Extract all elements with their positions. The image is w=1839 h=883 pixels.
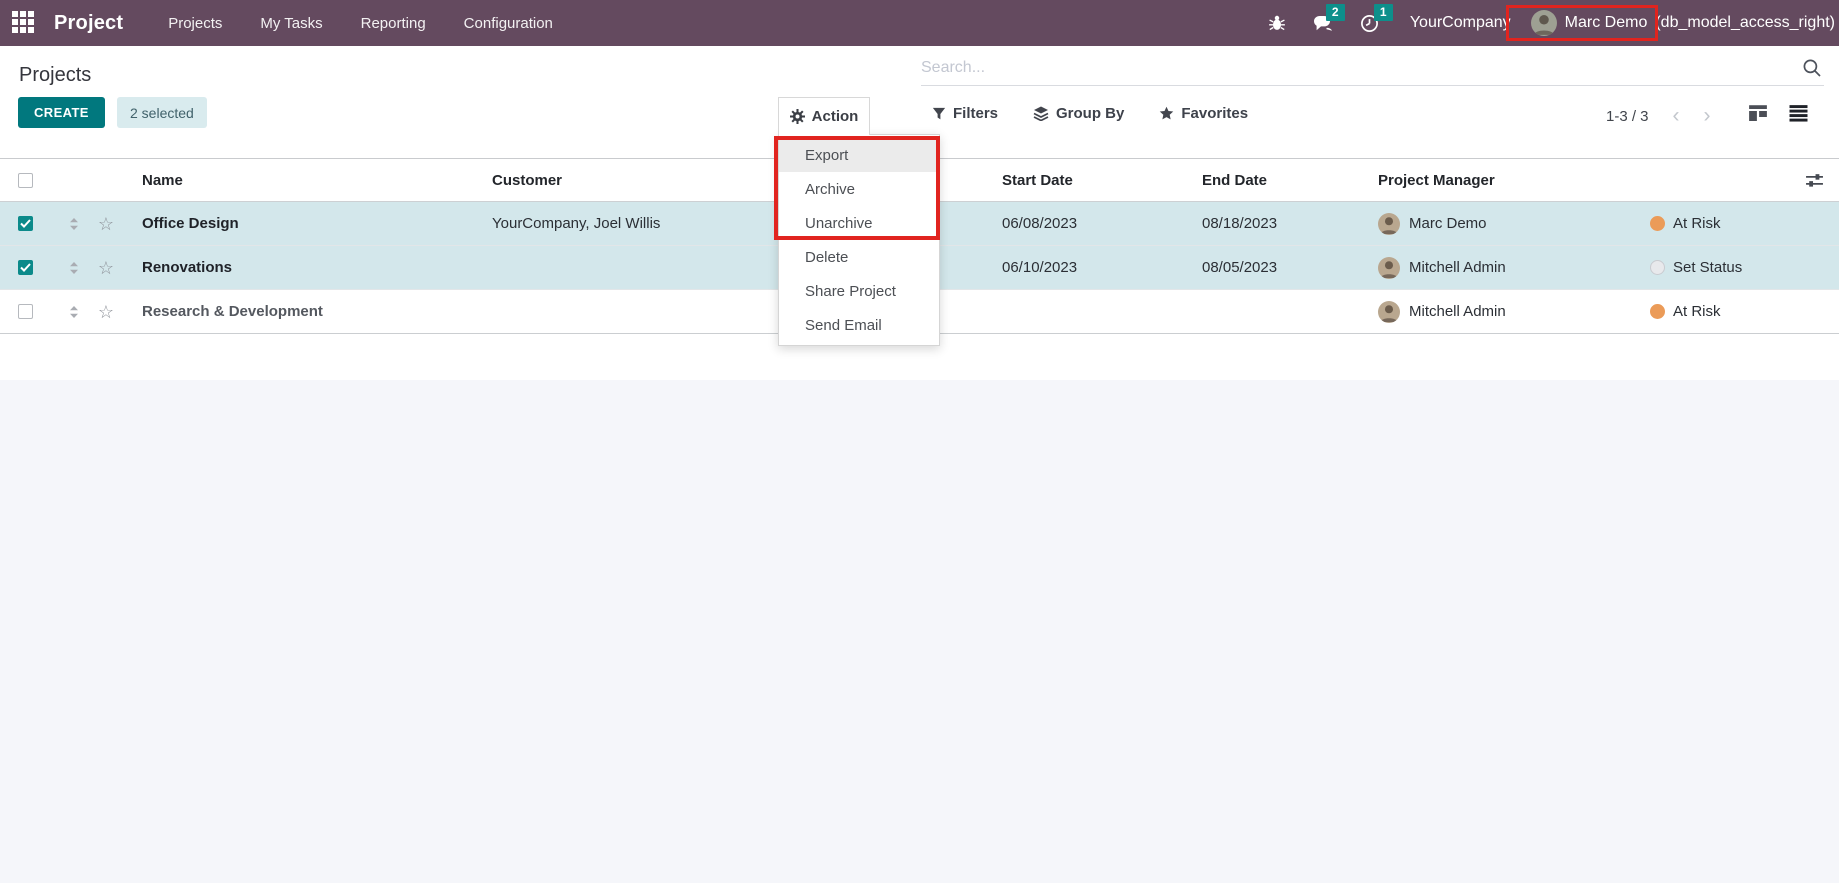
drag-handle-icon[interactable] (60, 305, 88, 319)
group-by-label: Group By (1056, 105, 1124, 122)
user-login-suffix: (db_model_access_right) (1655, 14, 1835, 32)
drag-handle-icon[interactable] (60, 217, 88, 231)
project-name: Renovations (124, 259, 474, 276)
select-all-checkbox[interactable] (18, 173, 33, 188)
favorite-star-icon[interactable]: ☆ (98, 303, 114, 321)
menu-item-send-email[interactable]: Send Email (779, 308, 939, 342)
row-checkbox[interactable] (18, 260, 33, 275)
list-view-icon[interactable] (1788, 104, 1809, 122)
pager-next-icon[interactable]: › (1704, 107, 1711, 125)
messages-count-badge: 2 (1326, 4, 1345, 21)
column-header-start-date[interactable]: Start Date (984, 172, 1184, 189)
manager-avatar (1378, 257, 1400, 279)
menu-item-share-project[interactable]: Share Project (779, 274, 939, 308)
project-start-date: 06/08/2023 (984, 215, 1184, 232)
gear-icon (790, 109, 805, 124)
nav-item-configuration[interactable]: Configuration (445, 2, 572, 45)
debug-bug-icon[interactable] (1268, 14, 1286, 32)
search-icon[interactable] (1802, 58, 1822, 78)
action-dropdown-button[interactable]: Action (778, 97, 870, 135)
project-status[interactable]: Set Status (1650, 259, 1800, 276)
project-end-date: 08/18/2023 (1184, 215, 1360, 232)
menu-item-delete[interactable]: Delete (779, 240, 939, 274)
manager-name: Marc Demo (1409, 215, 1487, 232)
project-start-date: 06/10/2023 (984, 259, 1184, 276)
status-dot (1650, 304, 1665, 319)
status-dot (1650, 260, 1665, 275)
favorites-label: Favorites (1181, 105, 1248, 122)
action-dropdown-menu: ExportArchiveUnarchiveDeleteShare Projec… (778, 134, 940, 346)
layers-icon (1033, 106, 1049, 121)
app-title[interactable]: Project (54, 12, 123, 35)
search-bar (921, 50, 1824, 86)
project-name: Office Design (124, 215, 474, 232)
top-navbar: Project ProjectsMy TasksReportingConfigu… (0, 0, 1839, 46)
manager-name: Mitchell Admin (1409, 259, 1506, 276)
status-dot (1650, 216, 1665, 231)
column-header-project-manager[interactable]: Project Manager (1360, 172, 1632, 189)
page-title: Projects (19, 64, 91, 87)
group-by-button[interactable]: Group By (1033, 105, 1124, 122)
main-menu: ProjectsMy TasksReportingConfiguration (149, 2, 572, 45)
manager-avatar (1378, 301, 1400, 323)
menu-item-unarchive[interactable]: Unarchive (779, 206, 939, 240)
odoo-project-screen: Project ProjectsMy TasksReportingConfigu… (0, 0, 1839, 883)
favorites-star-icon (1159, 106, 1174, 121)
apps-grid-icon[interactable] (12, 11, 36, 35)
row-checkbox[interactable] (18, 304, 33, 319)
content-background (0, 380, 1839, 883)
activities-clock-icon[interactable]: 1 (1360, 14, 1379, 33)
menu-item-archive[interactable]: Archive (779, 172, 939, 206)
status-label: At Risk (1673, 303, 1721, 320)
nav-item-projects[interactable]: Projects (149, 2, 241, 45)
user-menu[interactable]: Marc Demo (1525, 8, 1654, 38)
pager-range: 1-3 / 3 (1606, 108, 1649, 125)
menu-item-export[interactable]: Export (779, 138, 939, 172)
column-header-name[interactable]: Name (124, 172, 474, 189)
column-header-end-date[interactable]: End Date (1184, 172, 1360, 189)
pager-previous-icon[interactable]: ‹ (1673, 107, 1680, 125)
status-label: At Risk (1673, 215, 1721, 232)
project-name: Research & Development (124, 303, 474, 320)
user-name: Marc Demo (1565, 14, 1648, 32)
messages-icon[interactable]: 2 (1312, 14, 1334, 33)
nav-item-reporting[interactable]: Reporting (342, 2, 445, 45)
filter-funnel-icon (932, 107, 946, 121)
search-input[interactable] (921, 59, 1802, 77)
user-avatar (1531, 10, 1557, 36)
row-checkbox[interactable] (18, 216, 33, 231)
project-status[interactable]: At Risk (1650, 215, 1800, 232)
company-switcher[interactable]: YourCompany (1410, 14, 1511, 32)
nav-item-my-tasks[interactable]: My Tasks (241, 2, 341, 45)
status-label: Set Status (1673, 259, 1742, 276)
action-button-label: Action (812, 108, 859, 125)
create-button[interactable]: CREATE (18, 97, 105, 128)
project-status[interactable]: At Risk (1650, 303, 1800, 320)
kanban-view-icon[interactable] (1748, 104, 1768, 122)
favorites-button[interactable]: Favorites (1159, 105, 1248, 122)
favorite-star-icon[interactable]: ☆ (98, 215, 114, 233)
filters-label: Filters (953, 105, 998, 122)
optional-columns-icon[interactable] (1805, 172, 1824, 189)
selected-count-badge: 2 selected (117, 97, 207, 128)
manager-name: Mitchell Admin (1409, 303, 1506, 320)
favorite-star-icon[interactable]: ☆ (98, 259, 114, 277)
activities-count-badge: 1 (1374, 4, 1393, 21)
manager-avatar (1378, 213, 1400, 235)
project-end-date: 08/05/2023 (1184, 259, 1360, 276)
view-switcher (1748, 104, 1809, 122)
pager: 1-3 / 3 ‹ › (1606, 107, 1711, 125)
filters-button[interactable]: Filters (932, 105, 998, 122)
search-facets: Filters Group By Favorites (932, 105, 1248, 122)
drag-handle-icon[interactable] (60, 261, 88, 275)
